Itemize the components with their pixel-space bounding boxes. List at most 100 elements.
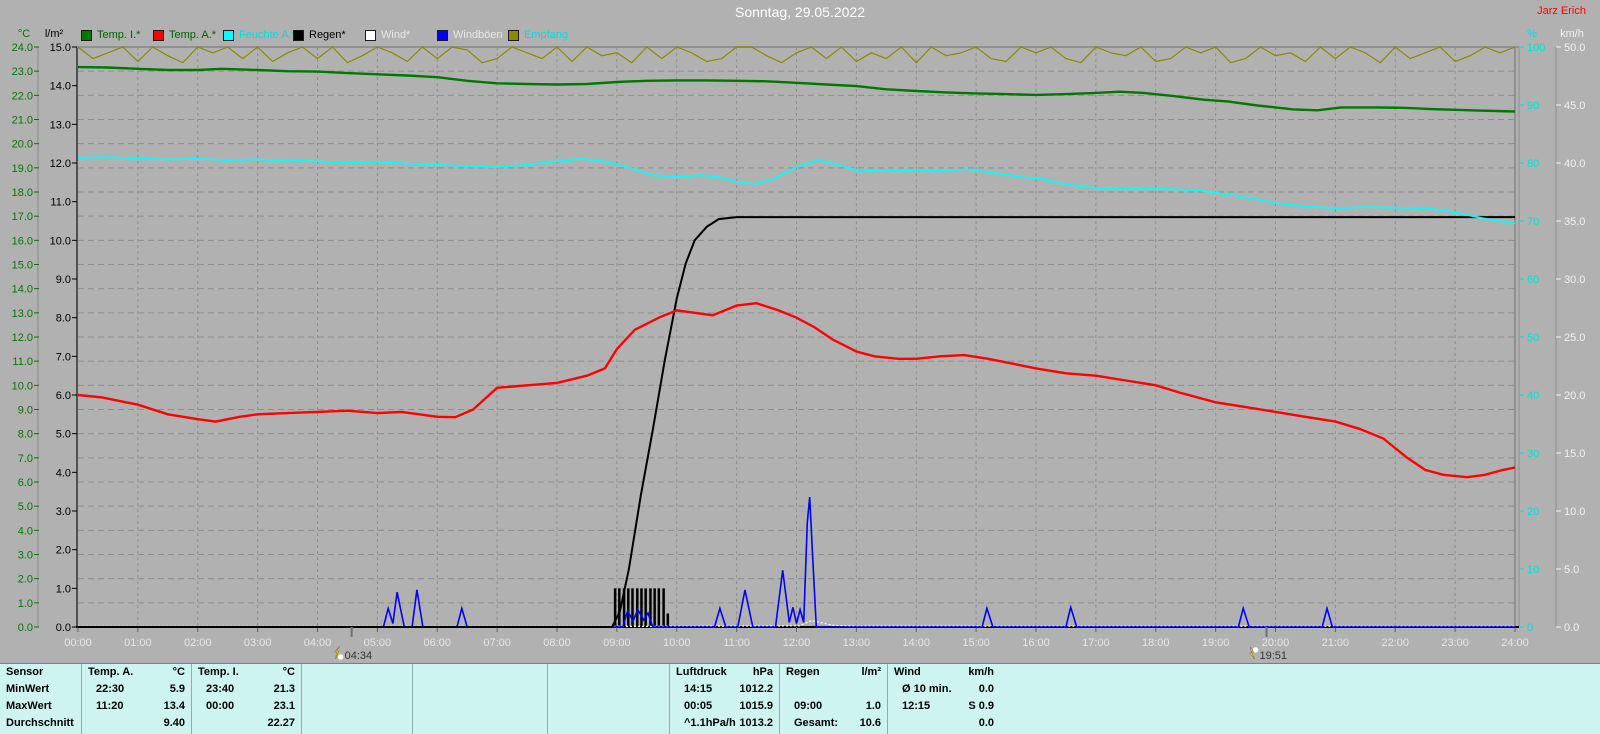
table-cell: Ø 10 min. 0.0	[888, 681, 1000, 698]
table-col-empty-4	[548, 664, 670, 734]
cell-time: ^1.1hPa/h	[684, 717, 736, 729]
grid-lines	[78, 46, 1515, 627]
rain-bar	[653, 588, 656, 627]
table-cell: 22:30 5.9	[82, 681, 191, 698]
table-cell: Gesamt: 10.6	[780, 715, 887, 732]
table-header-cell	[413, 664, 547, 681]
table-col-row-labels: Sensor MinWert MaxWert Durchschnitt	[0, 664, 82, 734]
cell-time: Durchschnitt	[6, 717, 74, 729]
x-tick-label: 24:00	[1501, 637, 1529, 649]
cell-time	[308, 681, 316, 698]
axis-temp-left-label: 15.0	[12, 260, 33, 272]
axis-wind-right	[1555, 46, 1561, 628]
axis-rain-left-label: 2.0	[56, 545, 71, 557]
cell-time	[554, 698, 562, 715]
axis-temp-left-label: 22.0	[12, 90, 33, 102]
cell-time: Ø 10 min.	[902, 683, 952, 695]
axis-rain-left-label: 3.0	[56, 506, 71, 518]
cell-value: 23.1	[273, 700, 295, 712]
axis-temp-left-label: 8.0	[18, 429, 33, 441]
table-cell: 14:15 1012.2	[670, 681, 779, 698]
x-tick-label: 21:00	[1322, 637, 1350, 649]
axis-temp-left-label: 18.0	[12, 187, 33, 199]
axis-temp-left-label: 2.0	[18, 574, 33, 586]
cell-time: 14:15	[684, 683, 713, 695]
x-tick-label: 05:00	[364, 637, 392, 649]
axis-temp-left-label: 19.0	[12, 163, 33, 175]
x-tick-label: 09:00	[603, 637, 631, 649]
axis-temp-left-label: 17.0	[12, 211, 33, 223]
cell-value: l/m²	[861, 666, 881, 678]
x-tick-label: 22:00	[1381, 637, 1409, 649]
x-tick-label: 15:00	[962, 637, 990, 649]
cell-time	[198, 715, 206, 732]
cell-value: 1013.2	[739, 717, 773, 729]
x-tick-label: 08:00	[543, 637, 571, 649]
cell-value: 21.3	[273, 683, 295, 695]
table-col-wind: Wind km/h Ø 10 min. 0.0 12:15 S 0.9 0.0	[888, 664, 1000, 734]
axis-temp-left-label: 23.0	[12, 66, 33, 78]
cell-time	[786, 681, 794, 698]
axis-wind-right-label: 20.0	[1564, 390, 1585, 402]
series-feuchte-a--line	[77, 156, 1516, 225]
axis-temp-left-label: 20.0	[12, 139, 33, 151]
axis-humidity-right-label: 60	[1527, 274, 1539, 286]
table-header-cell: Wind km/h	[888, 664, 1000, 681]
axis-wind-right-label: 15.0	[1564, 448, 1585, 460]
table-cell: 00:00 23.1	[192, 698, 301, 715]
axis-humidity-right-label: 50	[1527, 332, 1539, 344]
axis-humidity-right-label: 100	[1527, 42, 1545, 54]
cell-time: Luftdruck	[676, 666, 727, 678]
rain-axis-unit: l/m²	[45, 28, 64, 40]
sunrise-time-label: 04:34	[345, 650, 373, 662]
x-tick-label: 18:00	[1142, 637, 1170, 649]
cell-time: 22:30	[96, 683, 125, 695]
x-tick-label: 13:00	[843, 637, 871, 649]
cell-value: 22.27	[267, 717, 295, 729]
axis-humidity-right	[1519, 46, 1524, 628]
axis-temp-left-label: 16.0	[12, 235, 33, 247]
axis-rain-left-label: 8.0	[56, 313, 71, 325]
axis-wind-right-label: 40.0	[1564, 158, 1585, 170]
axis-temp-left-label: 7.0	[18, 453, 33, 465]
cell-value: °C	[282, 666, 295, 678]
axis-temp-left-label: 13.0	[12, 308, 33, 320]
table-col-regen: Regen l/m² 09:00 1.0 Gesamt: 10.6	[780, 664, 888, 734]
x-tick-label: 14:00	[902, 637, 930, 649]
table-cell	[413, 715, 547, 732]
axis-humidity-right-label: 30	[1527, 448, 1539, 460]
x-tick-label: 07:00	[483, 637, 511, 649]
table-cell: 9.40	[82, 715, 191, 732]
cell-time	[88, 715, 96, 732]
table-cell	[302, 715, 412, 732]
table-cell	[413, 681, 547, 698]
rain-bar	[636, 588, 639, 627]
table-cell	[302, 698, 412, 715]
cell-value: 5.9	[169, 683, 185, 695]
cell-time: Sensor	[6, 666, 44, 678]
cell-time: 23:40	[206, 683, 235, 695]
weather-chart: 0.0 1.0 2.0 3.0 4.0 5.0 6.0 7.0 8.0 9.0 10.0 11.0 12…	[12, 28, 1586, 662]
cell-time	[308, 698, 316, 715]
table-row-label: MinWert	[0, 681, 81, 698]
sunset-time-label: 19:51	[1260, 650, 1288, 662]
table-cell	[780, 681, 887, 698]
axis-rain-left-label: 6.0	[56, 390, 71, 402]
rain-bar	[666, 613, 670, 627]
cell-time: Temp. A.	[88, 666, 134, 678]
axis-temp-left-label: 5.0	[18, 501, 33, 513]
x-tick-label: 16:00	[1022, 637, 1050, 649]
axis-rain-left-label: 14.0	[50, 81, 71, 93]
axis-wind-right-label: 0.0	[1564, 622, 1579, 634]
cell-time: MaxWert	[6, 700, 52, 712]
x-tick-label: 01:00	[124, 637, 152, 649]
cell-value: 1.0	[865, 700, 881, 712]
axis-rain-left-label: 9.0	[56, 274, 71, 286]
axis-humidity-right-label: 80	[1527, 158, 1539, 170]
axis-temp-left-label: 1.0	[18, 598, 33, 610]
table-header-cell: Luftdruck hPa	[670, 664, 779, 681]
axis-temp-left-label: 9.0	[18, 405, 33, 417]
cell-value: 1015.9	[739, 700, 773, 712]
axis-rain-left-label: 12.0	[50, 158, 71, 170]
table-row-label: Sensor	[0, 664, 81, 681]
